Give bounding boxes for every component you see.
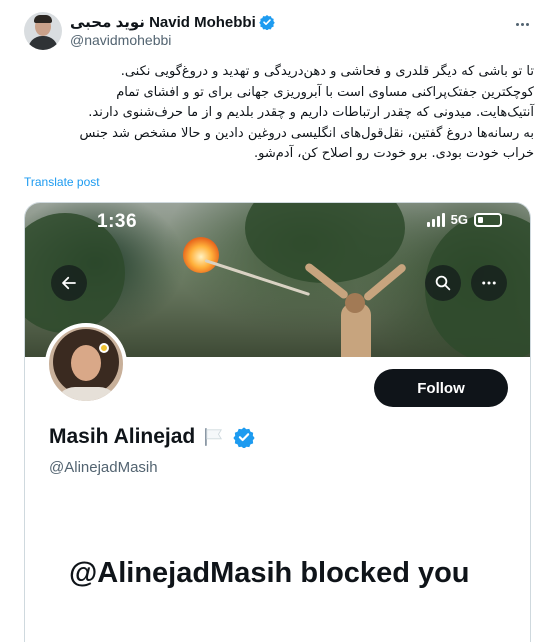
battery-icon (474, 212, 502, 227)
search-button[interactable] (425, 265, 461, 301)
post-text-line: کوچکترین جفتک‌پراکنی مساوی است با آبروری… (116, 84, 534, 100)
author-handle[interactable]: @navidmohebbi (70, 32, 171, 48)
white-flag-icon (205, 428, 223, 446)
profile-name-row: Masih Alinejad (49, 425, 255, 449)
author-display-name[interactable]: نوید محبی Navid Mohebbi (70, 13, 256, 31)
status-bar-time: 1:36 (97, 211, 138, 232)
post-header: نوید محبی Navid Mohebbi @navidmohebbi (24, 12, 534, 52)
more-horizontal-icon (515, 22, 519, 26)
follow-button[interactable]: Follow (374, 369, 508, 407)
network-type: 5G (450, 212, 468, 227)
post-text-line: خراب خودت بودی. برو خودت رو اصلاح کن، آد… (253, 146, 534, 161)
post-text: تا تو باشی که دیگر قلدری و فحاشی و دهن‌د… (24, 62, 534, 165)
back-arrow-icon (62, 276, 76, 290)
author-name-row[interactable]: نوید محبی Navid Mohebbi (70, 13, 275, 31)
verified-badge-icon (233, 427, 255, 448)
back-button[interactable] (51, 265, 87, 301)
blocked-message: @AlinejadMasih blocked you (69, 557, 470, 589)
author-avatar[interactable] (24, 12, 62, 50)
profile-handle: @AlinejadMasih (49, 459, 158, 476)
more-horizontal-icon (482, 281, 496, 285)
fire-flame (183, 237, 219, 273)
post-text-line: به رسانه‌ها دروغ گفتین، نقل‌قول‌های انگل… (79, 125, 534, 141)
translate-post-link[interactable]: Translate post (24, 175, 100, 189)
profile-avatar[interactable] (45, 323, 127, 405)
profile-display-name: Masih Alinejad (49, 425, 196, 448)
post-text-line: تا تو باشی که دیگر قلدری و فحاشی و دهن‌د… (120, 64, 534, 79)
profile-more-button[interactable] (471, 265, 507, 301)
search-icon (435, 275, 451, 291)
status-bar-indicators: 5G (426, 212, 502, 227)
post-text-line: آنتیک‌هایت. میدونی که چقدر ارتباطات داری… (88, 105, 534, 120)
signal-strength-icon (426, 212, 445, 227)
verified-badge-icon (259, 15, 275, 30)
attached-image[interactable]: 1:36 5G Follow Masih Alinejad @AlinejadM… (24, 202, 531, 642)
more-options-button[interactable] (510, 14, 534, 34)
